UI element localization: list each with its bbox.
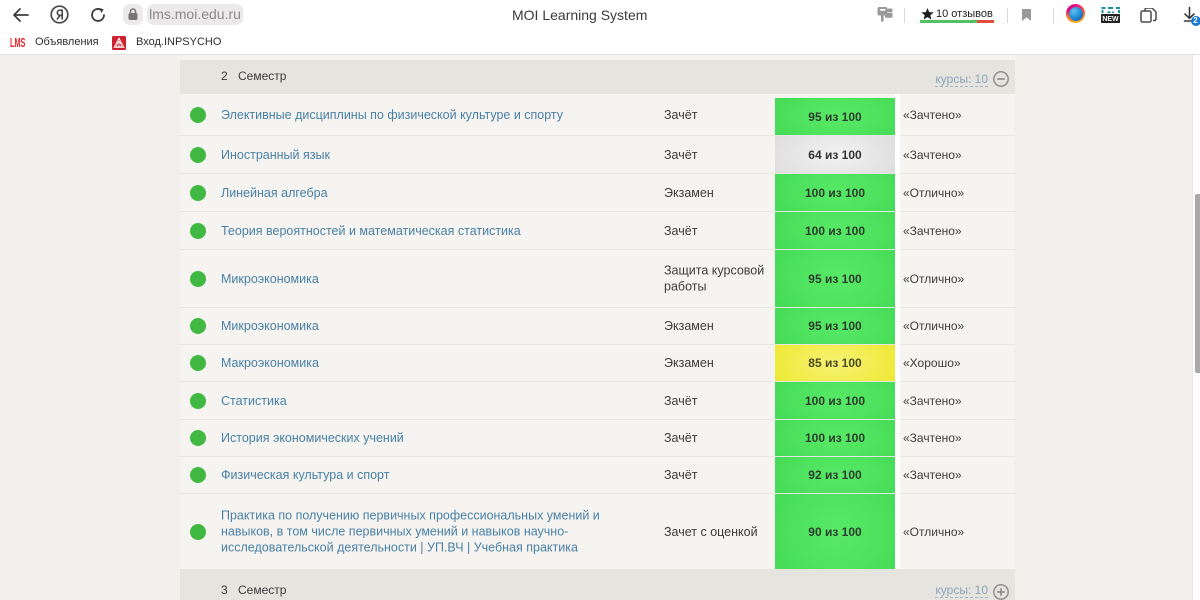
svg-text:NEW: NEW bbox=[1102, 16, 1119, 23]
